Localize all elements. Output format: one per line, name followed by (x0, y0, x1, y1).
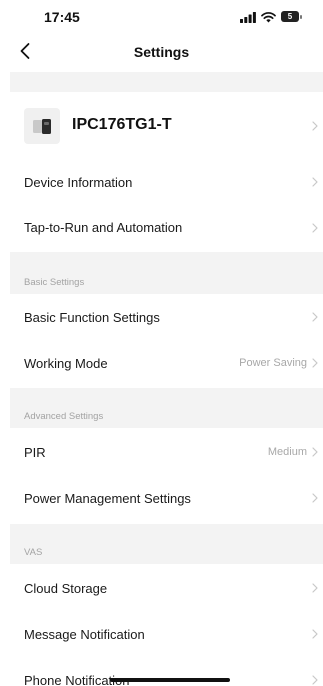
chevron-right-icon (312, 177, 318, 187)
advanced-settings-header: Advanced Settings (10, 388, 323, 428)
cloud-storage-row[interactable]: Cloud Storage (10, 564, 323, 610)
home-indicator[interactable] (110, 678, 230, 682)
device-row[interactable]: IPC176TG1-T (10, 100, 323, 152)
battery-level: 5 (287, 12, 293, 21)
device-name: IPC176TG1-T (72, 116, 172, 133)
basic-function-settings-label: Basic Function Settings (24, 310, 160, 325)
power-management-label: Power Management Settings (24, 491, 191, 506)
chevron-right-icon (312, 583, 318, 593)
chevron-right-icon (312, 493, 318, 503)
device-thumbnail (24, 108, 60, 144)
top-spacer (10, 72, 323, 92)
device-information-row[interactable]: Device Information (10, 160, 323, 204)
chevron-right-icon (312, 447, 318, 457)
working-mode-label: Working Mode (24, 356, 108, 371)
basic-function-settings-row[interactable]: Basic Function Settings (10, 294, 323, 338)
working-mode-row[interactable]: Working Mode Power Saving (10, 340, 323, 384)
battery-icon: 5 (281, 11, 303, 23)
settings-screen: 17:45 5 Settings IPC176TG1-T Device Info… (0, 0, 323, 686)
chevron-right-icon (312, 312, 318, 322)
status-bar: 17:45 5 (0, 0, 323, 34)
vas-title: VAS (24, 547, 43, 558)
chevron-right-icon (312, 358, 318, 368)
pir-value: Medium (267, 446, 307, 458)
message-notification-row[interactable]: Message Notification (10, 612, 323, 656)
basic-settings-title: Basic Settings (24, 277, 85, 288)
signal-icon (240, 11, 256, 23)
cloud-storage-label: Cloud Storage (24, 581, 108, 596)
chevron-right-icon (312, 121, 318, 131)
working-mode-value: Power Saving (239, 357, 307, 369)
device-information-label: Device Information (24, 175, 133, 190)
status-time: 17:45 (44, 9, 80, 25)
nav-bar: Settings (0, 34, 323, 72)
chevron-right-icon (312, 629, 318, 639)
pir-label: PIR (24, 445, 46, 460)
page-title: Settings (133, 44, 190, 60)
tap-to-run-row[interactable]: Tap-to-Run and Automation (10, 206, 323, 250)
camera-icon (33, 119, 51, 134)
message-notification-label: Message Notification (24, 627, 145, 642)
pir-row[interactable]: PIR Medium (10, 428, 323, 474)
vas-header: VAS (10, 524, 323, 564)
wifi-icon (261, 11, 276, 22)
power-management-row[interactable]: Power Management Settings (10, 476, 323, 520)
tap-to-run-label: Tap-to-Run and Automation (24, 220, 183, 235)
chevron-right-icon (312, 675, 318, 685)
basic-settings-header: Basic Settings (10, 252, 323, 294)
status-icons: 5 (240, 11, 303, 23)
chevron-right-icon (312, 223, 318, 233)
advanced-settings-title: Advanced Settings (24, 411, 104, 422)
